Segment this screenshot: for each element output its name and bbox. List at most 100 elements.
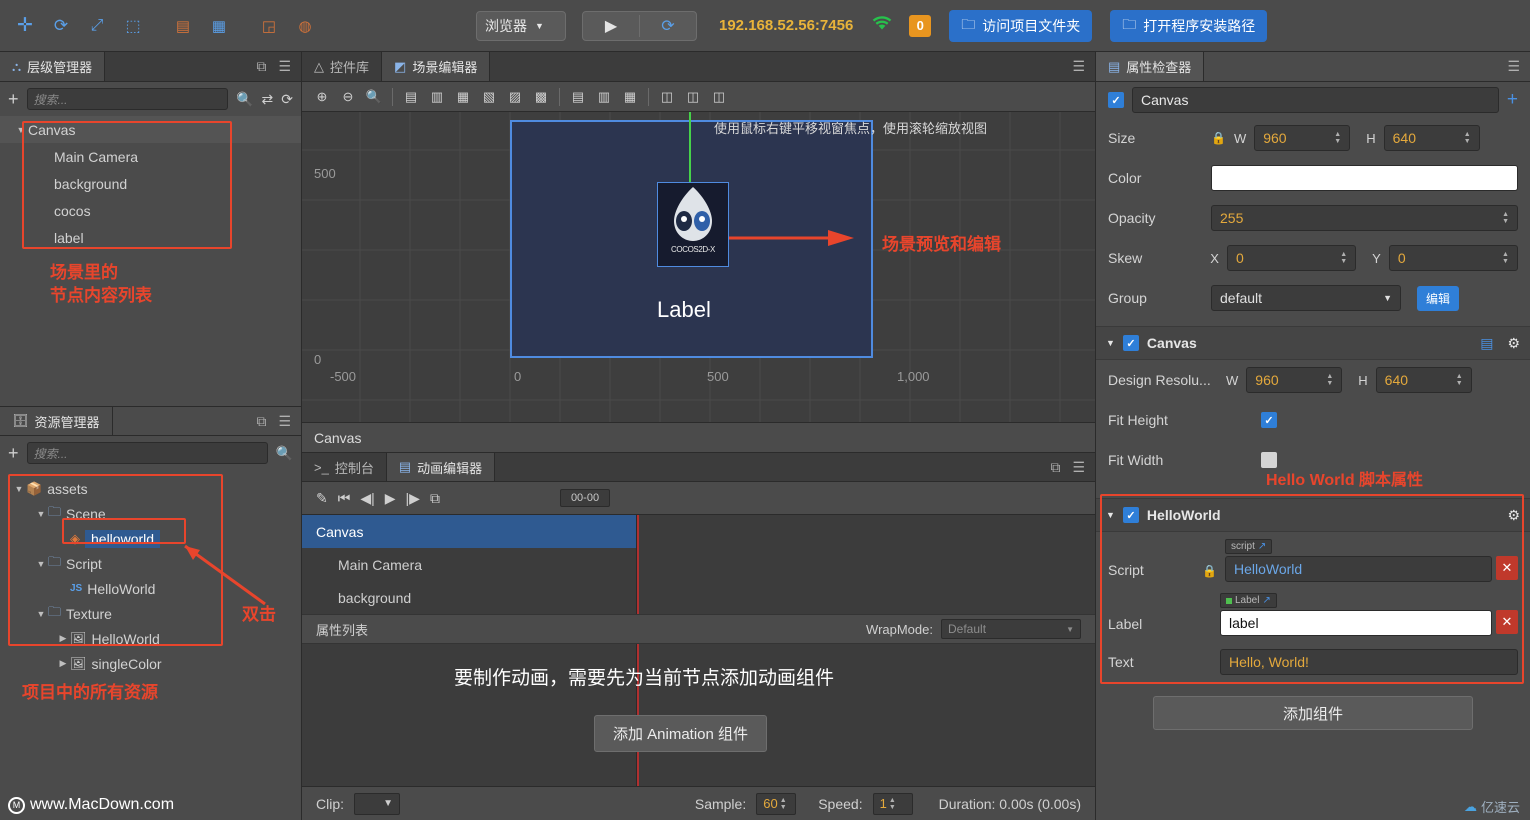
design-w-input[interactable]: 960 ▲ ▼ xyxy=(1246,367,1343,393)
tab-animation-editor[interactable]: ▤ 动画编辑器 xyxy=(386,453,496,481)
assets-search-input[interactable]: 搜索... xyxy=(26,442,268,464)
search-icon[interactable]: 🔍 xyxy=(276,445,293,462)
rect-tool-icon[interactable]: ⬚ xyxy=(118,12,148,40)
stepper-icon[interactable]: ▲ ▼ xyxy=(1464,131,1471,145)
add-animation-component-button[interactable]: 添加 Animation 组件 xyxy=(594,715,768,752)
node-enabled-checkbox[interactable]: ✓ xyxy=(1108,92,1124,108)
hierarchy-node[interactable]: ▼ Canvas xyxy=(0,116,301,143)
asset-node[interactable]: ▼ 📦 assets xyxy=(0,476,301,501)
grid-icon[interactable]: ▦ xyxy=(204,12,234,40)
notification-badge[interactable]: 0 xyxy=(909,14,932,37)
scene-viewport[interactable]: 使用鼠标右键平移视窗焦点，使用滚轮缩放视图 500 0 -500 0 500 1… xyxy=(302,112,1095,422)
script-value-field[interactable]: HelloWorld xyxy=(1224,556,1492,582)
color-icon[interactable]: ◍ xyxy=(290,12,320,40)
gear-icon[interactable]: ⚙ xyxy=(1507,335,1520,352)
asset-node[interactable]: ▼ 🗀 Scene xyxy=(0,501,301,526)
add-node-button[interactable]: + xyxy=(8,90,19,108)
align-left-icon[interactable]: ▤ xyxy=(399,86,423,108)
align-icon[interactable]: ▤ xyxy=(168,12,198,40)
stepper-icon[interactable]: ▲ ▼ xyxy=(1456,373,1463,387)
sample-input[interactable]: 60 ▲ ▼ xyxy=(756,792,797,815)
distribute-v-icon[interactable]: ◫ xyxy=(655,86,679,108)
device-icon[interactable]: ◲ xyxy=(254,12,284,40)
popout-icon[interactable]: ⧉ xyxy=(256,413,266,430)
size-w-input[interactable]: 960 ▲ ▼ xyxy=(1254,125,1351,151)
next-frame-icon[interactable]: |▶ xyxy=(406,490,420,507)
popout-icon[interactable]: ⧉ xyxy=(256,58,266,75)
prev-frame-icon[interactable]: ◀| xyxy=(360,490,374,507)
menu-icon[interactable]: ☰ xyxy=(1072,459,1085,476)
animation-node-row[interactable]: Main Camera xyxy=(302,548,636,581)
play-button[interactable]: ▶ xyxy=(583,12,639,40)
tab-console[interactable]: >_ 控制台 xyxy=(302,453,387,481)
add-node-component-icon[interactable]: + xyxy=(1507,89,1518,111)
stepper-icon[interactable]: ▲ ▼ xyxy=(1502,211,1509,225)
cocos-sprite[interactable]: COCOS2D-X xyxy=(657,182,729,267)
scene-label-text[interactable]: Label xyxy=(657,297,711,323)
search-icon[interactable]: 🔍 xyxy=(236,91,253,108)
align-center-h-icon[interactable]: ▥ xyxy=(425,86,449,108)
group-select[interactable]: default ▼ xyxy=(1211,285,1401,311)
hierarchy-node[interactable]: label xyxy=(0,224,301,251)
external-link-icon[interactable]: ↗ xyxy=(1262,595,1270,606)
tab-inspector[interactable]: ▤ 属性检查器 xyxy=(1096,52,1205,81)
speed-input[interactable]: 1 ▲ ▼ xyxy=(872,792,913,815)
distribute-v-center-icon[interactable]: ◫ xyxy=(681,86,705,108)
align-bottom-icon[interactable]: ▦ xyxy=(618,86,642,108)
external-icon[interactable]: ⧉ xyxy=(430,490,440,507)
fit-height-checkbox[interactable]: ✓ xyxy=(1261,412,1277,428)
distribute-h-icon[interactable]: ▧ xyxy=(477,86,501,108)
skew-x-input[interactable]: 0 ▲ ▼ xyxy=(1226,245,1357,271)
helloworld-component-header[interactable]: ▼ ✓ HelloWorld ⚙ xyxy=(1096,498,1530,532)
opacity-input[interactable]: 255 ▲ ▼ xyxy=(1211,205,1518,231)
color-swatch[interactable] xyxy=(1211,165,1518,191)
distribute-right-icon[interactable]: ▩ xyxy=(529,86,553,108)
align-right-icon[interactable]: ▦ xyxy=(451,86,475,108)
design-h-input[interactable]: 640 ▲ ▼ xyxy=(1375,367,1472,393)
browser-select[interactable]: 浏览器 ▼ xyxy=(476,10,566,41)
helloworld-component-checkbox[interactable]: ✓ xyxy=(1122,507,1139,523)
skew-y-input[interactable]: 0 ▲ ▼ xyxy=(1388,245,1518,271)
label-value-field[interactable]: label xyxy=(1220,610,1492,636)
lock-icon[interactable]: 🔒 xyxy=(1211,131,1226,145)
chevron-right-icon[interactable]: ▶ xyxy=(56,633,70,644)
external-link-icon[interactable]: ↗ xyxy=(1258,541,1266,552)
align-top-icon[interactable]: ▤ xyxy=(566,86,590,108)
canvas-component-checkbox[interactable]: ✓ xyxy=(1122,335,1139,351)
rotate-tool-icon[interactable]: ⟳ xyxy=(46,12,76,40)
stepper-icon[interactable]: ▲ ▼ xyxy=(1502,251,1509,265)
gear-icon[interactable]: ⚙ xyxy=(1507,507,1520,523)
chevron-down-icon[interactable]: ▼ xyxy=(34,559,48,569)
edit-icon[interactable]: ✎ xyxy=(316,490,328,507)
stepper-icon[interactable]: ▲ ▼ xyxy=(1334,131,1341,145)
label-clear-button[interactable]: ✕ xyxy=(1496,610,1518,634)
chevron-down-icon[interactable]: ▼ xyxy=(1106,338,1115,348)
stepper-icon[interactable]: ▲ ▼ xyxy=(780,797,787,811)
tab-scene-editor[interactable]: ◩ 场景编辑器 xyxy=(382,52,491,81)
hierarchy-node[interactable]: Main Camera xyxy=(0,143,301,170)
clip-select[interactable]: ▼ xyxy=(354,792,401,815)
asset-node[interactable]: ▶ 🖼 singleColor xyxy=(0,651,301,676)
zoom-fit-icon[interactable]: 🔍 xyxy=(362,86,386,108)
tab-widget-library[interactable]: △ 控件库 xyxy=(302,52,383,81)
distribute-center-icon[interactable]: ▨ xyxy=(503,86,527,108)
menu-icon[interactable]: ☰ xyxy=(278,58,291,75)
chevron-down-icon[interactable]: ▼ xyxy=(1106,510,1115,520)
chevron-down-icon[interactable]: ▼ xyxy=(34,609,48,619)
animation-node-row[interactable]: Canvas xyxy=(302,515,636,548)
chevron-down-icon[interactable]: ▼ xyxy=(14,125,28,135)
asset-node[interactable]: ▶ 🖼 HelloWorld xyxy=(0,626,301,651)
menu-icon[interactable]: ☰ xyxy=(1072,58,1085,75)
stepper-icon[interactable]: ▲ ▼ xyxy=(1340,251,1347,265)
help-icon[interactable]: ▤ xyxy=(1480,335,1493,352)
chevron-right-icon[interactable]: ▶ xyxy=(56,658,70,669)
animation-node-row[interactable]: background xyxy=(302,581,636,614)
menu-icon[interactable]: ☰ xyxy=(1507,58,1520,75)
chevron-down-icon[interactable]: ▼ xyxy=(12,484,26,494)
skip-start-icon[interactable]: ⏮ xyxy=(338,490,351,507)
size-h-input[interactable]: 640 ▲ ▼ xyxy=(1383,125,1480,151)
lock-icon[interactable]: 🔒 xyxy=(1202,564,1217,582)
zoom-in-icon[interactable]: ⊕ xyxy=(310,86,334,108)
chevron-down-icon[interactable]: ▼ xyxy=(34,509,48,519)
popout-icon[interactable]: ⧉ xyxy=(1050,459,1060,476)
